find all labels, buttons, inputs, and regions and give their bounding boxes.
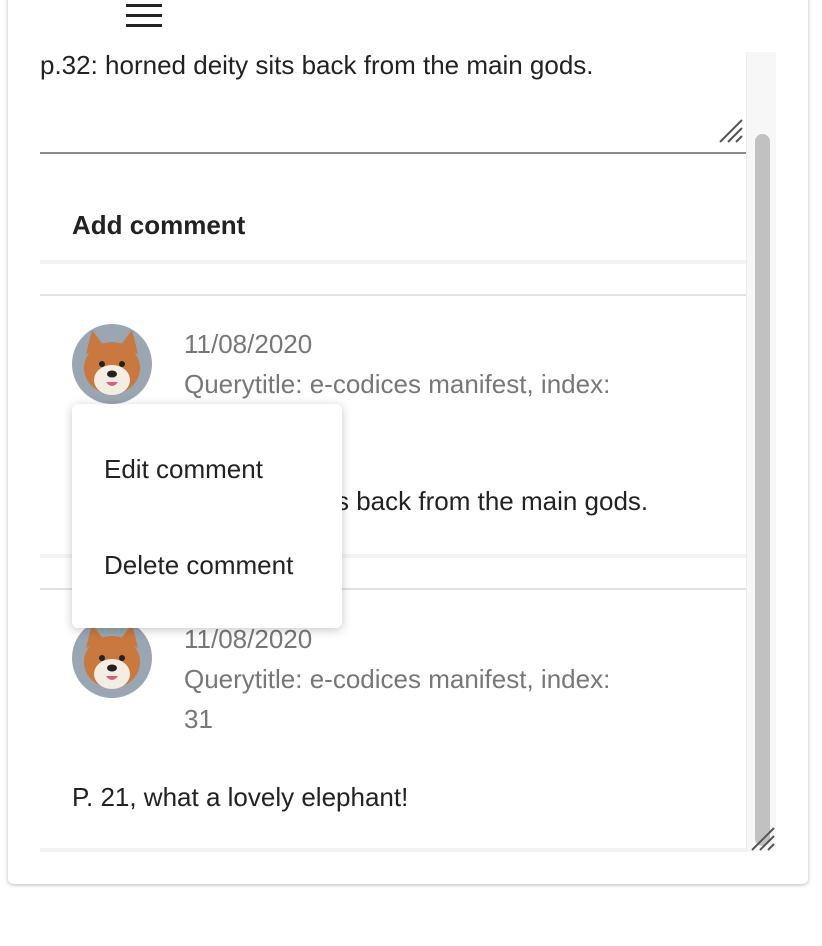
resize-grip-icon[interactable] bbox=[750, 826, 776, 852]
comment-context-menu: Edit comment Delete comment bbox=[72, 404, 342, 628]
divider bbox=[40, 848, 746, 852]
divider bbox=[40, 260, 746, 264]
hamburger-menu-icon[interactable] bbox=[126, 4, 162, 28]
resize-grip-icon[interactable] bbox=[718, 118, 744, 144]
comment-date: 11/08/2020 bbox=[184, 329, 313, 359]
comment-meta: Querytitle: e-codices manifest, index: bbox=[184, 369, 611, 399]
comment-body: P. 21, what a lovely elephant! bbox=[72, 782, 409, 812]
delete-comment-menu-item[interactable]: Delete comment bbox=[104, 550, 293, 581]
comment-meta: Querytitle: e-codices manifest, index: bbox=[184, 664, 611, 694]
avatar bbox=[72, 618, 152, 698]
add-comment-button[interactable]: Add comment bbox=[72, 210, 245, 241]
scrollbar-thumb[interactable] bbox=[755, 134, 770, 846]
divider bbox=[40, 294, 746, 296]
edit-comment-menu-item[interactable]: Edit comment bbox=[104, 454, 263, 485]
note-textarea-underline bbox=[40, 152, 746, 154]
avatar bbox=[72, 324, 152, 404]
note-textarea-text[interactable]: p.32: horned deity sits back from the ma… bbox=[40, 50, 594, 81]
comment-meta-index: 31 bbox=[184, 704, 213, 734]
comment-body: s back from the main gods. bbox=[336, 486, 649, 516]
